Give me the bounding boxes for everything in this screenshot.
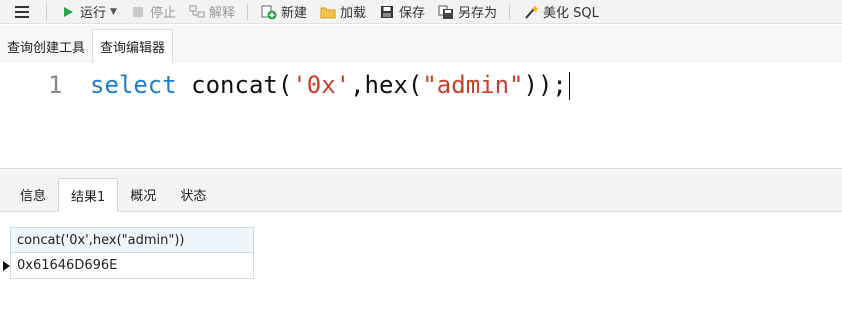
row-pointer-icon bbox=[1, 253, 11, 279]
explain-label: 解释 bbox=[208, 6, 235, 21]
editor-tab-bar: 查询创建工具 查询编辑器 bbox=[0, 25, 842, 63]
save-as-button[interactable]: 另存为 bbox=[437, 0, 498, 23]
tab-result-1-label: 结果1 bbox=[71, 189, 106, 205]
toolbar-divider bbox=[509, 3, 511, 20]
table-cell[interactable]: 0x61646D696E bbox=[11, 258, 117, 273]
toolbar-divider bbox=[246, 3, 248, 20]
tab-status-label: 状态 bbox=[180, 188, 207, 204]
stop-label: 停止 bbox=[149, 6, 176, 21]
run-label: 运行 bbox=[80, 6, 107, 21]
save-label: 保存 bbox=[399, 6, 426, 21]
run-button[interactable]: 运行 ▼ bbox=[59, 0, 117, 23]
save-button[interactable]: 保存 bbox=[378, 0, 426, 23]
code-segment: ,hex( bbox=[350, 71, 423, 99]
tab-profile-label: 概况 bbox=[130, 188, 157, 204]
code-segment: )); bbox=[523, 71, 567, 99]
tab-result-1[interactable]: 结果1 bbox=[58, 178, 119, 212]
toolbar: 运行 ▼ 停止 解释 新建 加载 保存 另存为 美化 SQL bbox=[0, 0, 842, 24]
explain-button[interactable]: 解释 bbox=[188, 0, 235, 23]
sql-keyword: select bbox=[90, 71, 177, 99]
beautify-sql-label: 美化 SQL bbox=[543, 6, 599, 21]
tab-status[interactable]: 状态 bbox=[168, 177, 218, 211]
new-button[interactable]: 新建 bbox=[260, 0, 307, 23]
new-icon bbox=[260, 3, 278, 21]
sql-editor[interactable]: 1 select concat('0x',hex("admin")); bbox=[0, 63, 842, 169]
save-as-icon bbox=[437, 3, 455, 21]
line-number: 1 bbox=[48, 71, 63, 99]
stop-button[interactable]: 停止 bbox=[129, 0, 176, 23]
save-icon bbox=[378, 3, 396, 21]
code-line[interactable]: select concat('0x',hex("admin")); bbox=[90, 71, 570, 100]
beautify-sql-button[interactable]: 美化 SQL bbox=[522, 0, 599, 23]
explain-icon bbox=[188, 3, 206, 21]
result-tab-bar: 信息 结果1 概况 状态 bbox=[0, 170, 842, 212]
load-folder-icon bbox=[319, 3, 337, 21]
tab-query-builder[interactable]: 查询创建工具 bbox=[0, 29, 92, 63]
toolbar-divider bbox=[46, 3, 47, 20]
tab-query-editor-label: 查询编辑器 bbox=[100, 41, 166, 56]
new-label: 新建 bbox=[280, 6, 307, 21]
column-header[interactable]: concat('0x',hex("admin")) bbox=[10, 227, 254, 253]
table-row[interactable]: 0x61646D696E bbox=[2, 253, 254, 279]
save-as-label: 另存为 bbox=[458, 6, 498, 21]
tab-info[interactable]: 信息 bbox=[8, 177, 58, 211]
tab-query-editor[interactable]: 查询编辑器 bbox=[92, 29, 174, 63]
string-literal: '0x' bbox=[292, 71, 351, 99]
column-header-label: concat('0x',hex("admin")) bbox=[17, 232, 185, 248]
tab-profile[interactable]: 概况 bbox=[118, 177, 168, 211]
tab-info-label: 信息 bbox=[20, 188, 47, 204]
result-grid: concat('0x',hex("admin")) 0x61646D696E bbox=[2, 227, 254, 279]
string-literal: "admin" bbox=[422, 71, 524, 99]
result-panel: 信息 结果1 概况 状态 concat('0x',hex("admin")) 0… bbox=[0, 170, 842, 324]
code-segment: concat( bbox=[176, 71, 293, 99]
tab-query-builder-label: 查询创建工具 bbox=[7, 40, 86, 56]
load-label: 加载 bbox=[339, 6, 366, 21]
text-caret bbox=[568, 72, 570, 100]
magic-wand-icon bbox=[522, 3, 540, 21]
stop-icon bbox=[129, 3, 147, 21]
load-button[interactable]: 加载 bbox=[319, 0, 366, 23]
hamburger-icon[interactable] bbox=[10, 0, 34, 23]
chevron-down-icon[interactable]: ▼ bbox=[110, 7, 117, 17]
play-icon bbox=[59, 3, 77, 21]
